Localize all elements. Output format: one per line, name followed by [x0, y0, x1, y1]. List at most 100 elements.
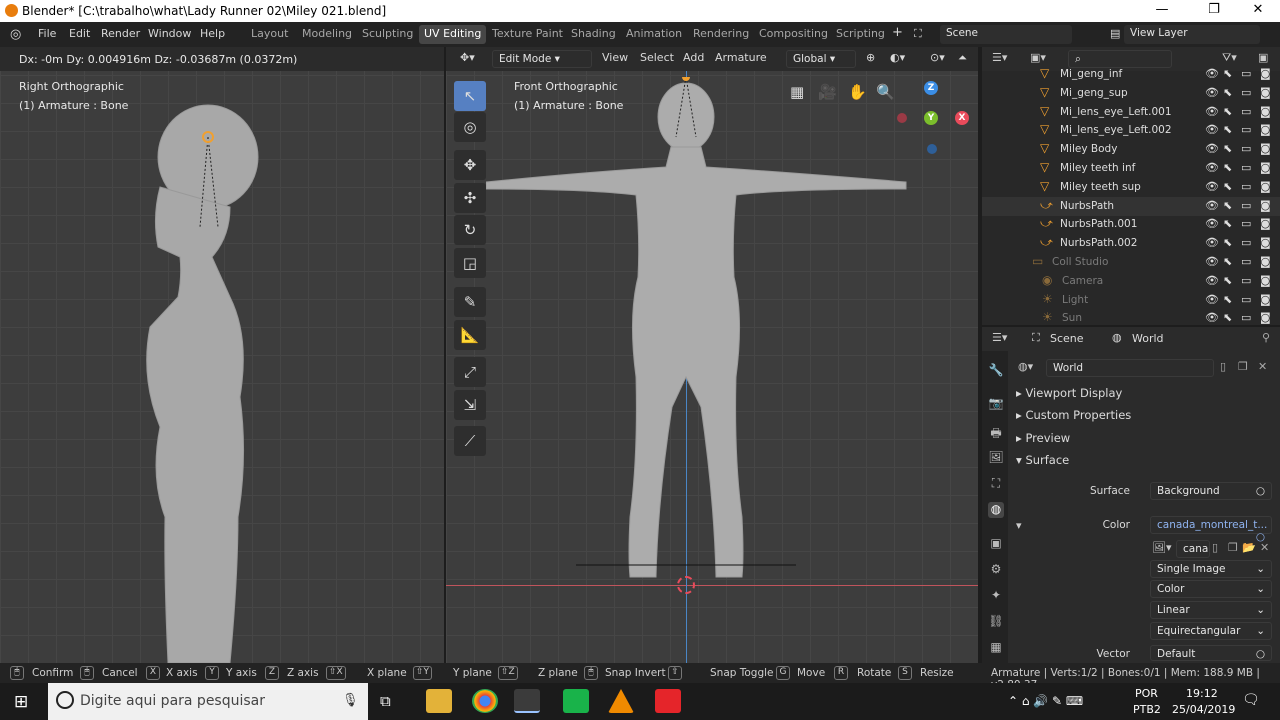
- menu-render[interactable]: Render: [101, 27, 140, 40]
- constraints-tab-icon[interactable]: ⛓: [988, 614, 1004, 630]
- render-camera-icon[interactable]: ◙: [1260, 123, 1271, 136]
- render-camera-icon[interactable]: ◙: [1260, 67, 1271, 80]
- workspace-tab-layout[interactable]: Layout: [246, 25, 293, 44]
- image-name-field[interactable]: cana: [1176, 540, 1210, 558]
- measure-tool[interactable]: 📐: [454, 320, 486, 350]
- microphone-icon[interactable]: 🎙: [342, 693, 359, 708]
- menu-select[interactable]: Select: [640, 51, 674, 64]
- render-camera-icon[interactable]: ◙: [1260, 180, 1271, 193]
- gizmo-z-axis[interactable]: Z: [924, 81, 938, 95]
- menu-window[interactable]: Window: [148, 27, 191, 40]
- visibility-eye-icon[interactable]: 👁: [1205, 217, 1219, 230]
- viewport-display-icon[interactable]: ▭: [1241, 311, 1251, 324]
- menu-armature[interactable]: Armature: [715, 51, 767, 64]
- viewport-display-icon[interactable]: ▭: [1241, 236, 1251, 249]
- minimize-button[interactable]: —: [1142, 2, 1182, 17]
- viewport-display-icon[interactable]: ▭: [1241, 180, 1251, 193]
- blender-taskbar-icon[interactable]: [514, 689, 540, 713]
- selectable-arrow-icon[interactable]: ⬉: [1223, 311, 1232, 324]
- workspace-tab-scripting[interactable]: Scripting: [831, 25, 890, 44]
- chrome-icon[interactable]: [472, 689, 498, 713]
- gizmo-neg-z-axis[interactable]: [927, 144, 937, 154]
- unlink-icon[interactable]: ✕: [1258, 360, 1267, 373]
- workspace-tab-uv-editing[interactable]: UV Editing: [419, 25, 487, 44]
- rotate-tool[interactable]: ↻: [454, 215, 486, 245]
- world-name-field[interactable]: World: [1046, 359, 1214, 377]
- menu-help[interactable]: Help: [200, 27, 225, 40]
- camtasia-recorder-icon[interactable]: [655, 689, 681, 713]
- selectable-arrow-icon[interactable]: ⬉: [1223, 86, 1232, 99]
- outliner-row[interactable]: ▽ Miley Body 👁 ⬉ ▭ ◙: [982, 140, 1280, 159]
- selectable-arrow-icon[interactable]: ⬉: [1223, 161, 1232, 174]
- image-open-icon[interactable]: 📂: [1242, 541, 1256, 554]
- surface-shader-field[interactable]: Background ○: [1150, 482, 1272, 500]
- visibility-eye-icon[interactable]: 👁: [1205, 180, 1219, 193]
- visibility-eye-icon[interactable]: 👁: [1205, 293, 1219, 306]
- interpolation-dropdown[interactable]: Linear ⌄: [1150, 601, 1272, 619]
- visibility-eye-icon[interactable]: 👁: [1205, 142, 1219, 155]
- selectable-arrow-icon[interactable]: ⬉: [1223, 142, 1232, 155]
- selectable-arrow-icon[interactable]: ⬉: [1223, 67, 1232, 80]
- color-expand-icon[interactable]: ▾: [1016, 519, 1022, 532]
- taskbar-search-box[interactable]: Digite aqui para pesquisar 🎙: [48, 683, 368, 720]
- duplicate-icon[interactable]: ❐: [1238, 360, 1248, 373]
- tool-tab-icon[interactable]: 🔧: [988, 363, 1004, 379]
- selectable-arrow-icon[interactable]: ⬉: [1223, 236, 1232, 249]
- render-camera-icon[interactable]: ◙: [1260, 255, 1271, 268]
- visibility-eye-icon[interactable]: 👁: [1205, 86, 1219, 99]
- render-camera-icon[interactable]: ◙: [1260, 142, 1271, 155]
- render-camera-icon[interactable]: ◙: [1260, 86, 1271, 99]
- task-view-icon[interactable]: ⧉: [380, 692, 391, 710]
- viewport-display-icon[interactable]: ▭: [1241, 199, 1251, 212]
- blender-menu-icon[interactable]: ◎: [10, 27, 21, 42]
- 3d-cursor[interactable]: [677, 576, 695, 594]
- visibility-eye-icon[interactable]: 👁: [1205, 67, 1219, 80]
- image-unlink-icon[interactable]: ✕: [1260, 541, 1269, 554]
- orientation-selector[interactable]: Global ▾: [786, 50, 856, 68]
- shading-icon[interactable]: ⏶: [958, 51, 967, 65]
- annotate-tool[interactable]: ✎: [454, 287, 486, 317]
- extrude-tool[interactable]: ⤢: [454, 357, 486, 387]
- render-camera-icon[interactable]: ◙: [1260, 274, 1271, 287]
- workspace-tab-modeling[interactable]: Modeling: [297, 25, 357, 44]
- image-browse-icon[interactable]: 🖼▾: [1152, 541, 1172, 554]
- viewport-display-icon[interactable]: ▭: [1241, 293, 1251, 306]
- tray-icons[interactable]: ⌃ ⌂ 🔊 ✎ ⌨: [1008, 694, 1083, 708]
- viewport-display-icon[interactable]: ▭: [1241, 217, 1251, 230]
- visibility-eye-icon[interactable]: 👁: [1205, 274, 1219, 287]
- outliner-row[interactable]: ☀ Sun 👁 ⬉ ▭ ◙: [982, 309, 1280, 325]
- workspace-tab-animation[interactable]: Animation: [621, 25, 687, 44]
- extrude-cursor-tool[interactable]: ⇲: [454, 390, 486, 420]
- menu-add[interactable]: Add: [683, 51, 704, 64]
- render-camera-icon[interactable]: ◙: [1260, 236, 1271, 249]
- display-mode-icon[interactable]: ▣▾: [1030, 51, 1046, 64]
- fake-user-icon[interactable]: ▯: [1220, 360, 1226, 373]
- select-box-tool[interactable]: ↖: [454, 81, 486, 111]
- move-tool[interactable]: ✥: [454, 150, 486, 180]
- render-camera-icon[interactable]: ◙: [1260, 161, 1271, 174]
- outliner-row[interactable]: ▽ Mi_geng_sup 👁 ⬉ ▭ ◙: [982, 84, 1280, 103]
- right-ortho-viewport[interactable]: Dx: -0m Dy: 0.004916m Dz: -0.03687m (0.0…: [0, 47, 444, 663]
- front-ortho-viewport[interactable]: ✥▾ Edit Mode ▾ View Select Add Armature …: [446, 47, 978, 663]
- render-camera-icon[interactable]: ◙: [1260, 199, 1271, 212]
- workspace-tab-rendering[interactable]: Rendering: [688, 25, 754, 44]
- outliner-row[interactable]: ▭ Coll Studio 👁 ⬉ ▭ ◙: [982, 253, 1280, 272]
- outliner-row[interactable]: ⤻ NurbsPath 👁 ⬉ ▭ ◙: [982, 196, 1280, 216]
- panel-preview[interactable]: ▸ Preview: [1016, 431, 1274, 452]
- editor-type-icon[interactable]: ☰▾: [992, 331, 1007, 344]
- scale-tool[interactable]: ◲: [454, 248, 486, 278]
- image-source-dropdown[interactable]: Single Image ⌄: [1150, 560, 1272, 578]
- windows-start-icon[interactable]: ⊞: [14, 692, 28, 712]
- world-tab-icon[interactable]: ◍: [988, 502, 1004, 518]
- breadcrumb-world[interactable]: World: [1132, 332, 1164, 345]
- world-datablock-icon[interactable]: ◍▾: [1018, 360, 1033, 373]
- outliner-row[interactable]: ⤻ NurbsPath.002 👁 ⬉ ▭ ◙: [982, 234, 1280, 253]
- panel-viewport-display[interactable]: ▸ Viewport Display: [1016, 386, 1274, 407]
- render-camera-icon[interactable]: ◙: [1260, 105, 1271, 118]
- workspace-tab-shading[interactable]: Shading: [566, 25, 621, 44]
- outliner-row[interactable]: ⤻ NurbsPath.001 👁 ⬉ ▭ ◙: [982, 215, 1280, 234]
- panel-custom-properties[interactable]: ▸ Custom Properties: [1016, 408, 1274, 429]
- viewport-display-icon[interactable]: ▭: [1241, 255, 1251, 268]
- color-space-dropdown[interactable]: Color ⌄: [1150, 580, 1272, 598]
- vector-field[interactable]: Default ○: [1150, 645, 1272, 661]
